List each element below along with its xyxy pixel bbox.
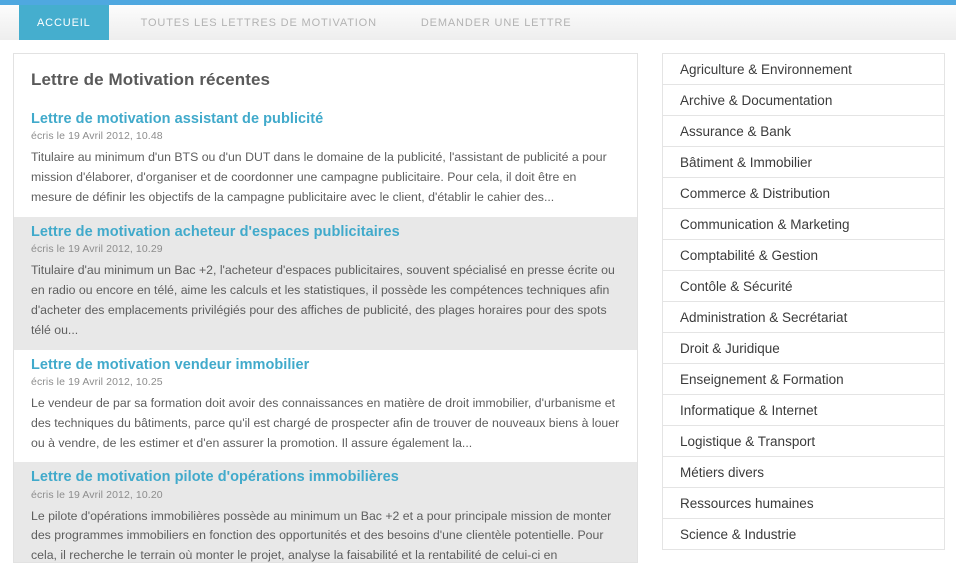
article-item[interactable]: Lettre de motivation acheteur d'espaces … — [14, 216, 637, 350]
sidebar-item-enseignement-formation[interactable]: Enseignement & Formation — [663, 364, 944, 395]
article-date: écris le 19 Avril 2012, 10.29 — [31, 242, 163, 255]
sidebar-item-droit-juridique[interactable]: Droit & Juridique — [663, 333, 944, 364]
article-item[interactable]: Lettre de motivation vendeur immobilier … — [14, 350, 637, 463]
sidebar-item-agriculture-environnement[interactable]: Agriculture & Environnement — [663, 54, 944, 85]
article-excerpt: Titulaire au minimum d'un BTS ou d'un DU… — [31, 150, 607, 204]
page-body: Lettre de Motivation récentes Lettre de … — [0, 40, 956, 563]
nav-tab-label: DEMANDER UNE LETTRE — [420, 16, 572, 29]
page-title: Lettre de Motivation récentes — [31, 70, 271, 89]
sidebar-item-commerce-distribution[interactable]: Commerce & Distribution — [663, 178, 944, 209]
sidebar-item-comptabilite-gestion[interactable]: Comptabilité & Gestion — [663, 240, 944, 271]
article-excerpt: Le pilote d'opérations immobilières poss… — [31, 508, 612, 563]
main-navigation: ACCUEIL TOUTES LES LETTRES DE MOTIVATION… — [0, 5, 956, 40]
article-title-link[interactable]: Lettre de motivation acheteur d'espaces … — [31, 223, 620, 241]
article-date: écris le 19 Avril 2012, 10.20 — [31, 488, 163, 501]
nav-tab-toutes-les-lettres[interactable]: TOUTES LES LETTRES DE MOTIVATION — [125, 5, 393, 40]
nav-tab-demander-une-lettre[interactable]: DEMANDER UNE LETTRE — [405, 5, 588, 40]
sidebar-item-archive-documentation[interactable]: Archive & Documentation — [663, 85, 944, 116]
sidebar-item-metiers-divers[interactable]: Métiers divers — [663, 457, 944, 488]
article-item[interactable]: Lettre de motivation assistant de public… — [14, 104, 637, 217]
article-excerpt: Le vendeur de par sa formation doit avoi… — [31, 395, 620, 450]
article-excerpt: Titulaire d'au minimum un Bac +2, l'ache… — [31, 262, 615, 337]
sidebar-item-science-industrie[interactable]: Science & Industrie — [663, 519, 944, 550]
article-item[interactable]: Lettre de motivation pilote d'opérations… — [14, 462, 637, 563]
sidebar-item-communication-marketing[interactable]: Communication & Marketing — [663, 209, 944, 240]
recent-letters-panel: Lettre de Motivation récentes Lettre de … — [13, 53, 638, 563]
article-date: écris le 19 Avril 2012, 10.25 — [31, 375, 163, 388]
sidebar-item-informatique-internet[interactable]: Informatique & Internet — [663, 395, 944, 426]
nav-tab-accueil[interactable]: ACCUEIL — [19, 5, 109, 40]
article-title-link[interactable]: Lettre de motivation pilote d'opérations… — [31, 468, 620, 486]
sidebar-item-logistique-transport[interactable]: Logistique & Transport — [663, 426, 944, 457]
nav-tab-label: TOUTES LES LETTRES DE MOTIVATION — [140, 16, 377, 29]
sidebar-item-batiment-immobilier[interactable]: Bâtiment & Immobilier — [663, 147, 944, 178]
sidebar-item-administration-secretariat[interactable]: Administration & Secrétariat — [663, 302, 944, 333]
nav-tab-label: ACCUEIL — [37, 16, 91, 29]
category-sidebar: Agriculture & Environnement Archive & Do… — [662, 53, 945, 550]
article-title-link[interactable]: Lettre de motivation assistant de public… — [31, 110, 620, 128]
article-title-link[interactable]: Lettre de motivation vendeur immobilier — [31, 356, 620, 374]
article-date: écris le 19 Avril 2012, 10.48 — [31, 130, 163, 143]
sidebar-item-contole-securite[interactable]: Contôle & Sécurité — [663, 271, 944, 302]
sidebar-item-ressources-humaines[interactable]: Ressources humaines — [663, 488, 944, 519]
sidebar-item-assurance-bank[interactable]: Assurance & Bank — [663, 116, 944, 147]
